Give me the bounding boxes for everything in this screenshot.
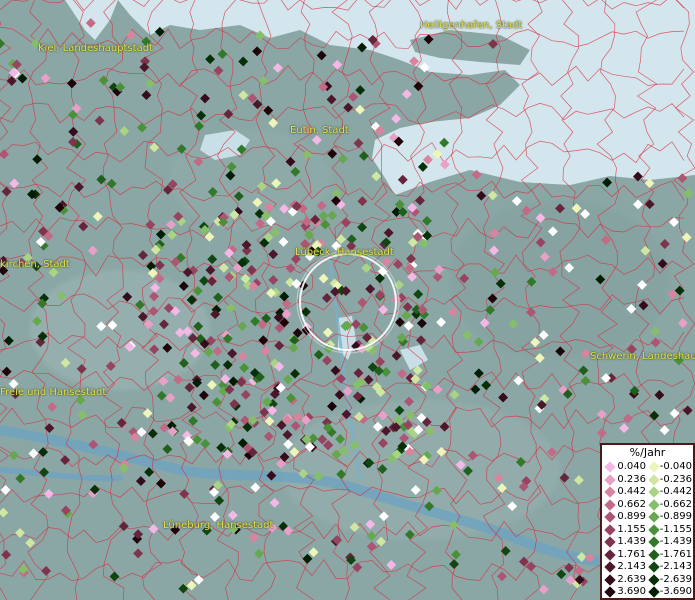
legend-value-negative: -2.143 bbox=[659, 561, 692, 572]
legend-row: 1.439 -1.439 bbox=[602, 536, 695, 548]
legend-value-positive: 0.662 bbox=[617, 498, 646, 510]
place-label-hamburg: Freie und Hansestadt bbox=[0, 387, 107, 398]
place-label-heiligenhafen: Heiligenhafen, Stadt bbox=[420, 20, 523, 31]
legend-value-positive: 1.439 bbox=[617, 536, 646, 547]
place-label-luebeck: Lübeck, Hansestadt bbox=[295, 247, 394, 258]
legend-row: 0.899 -0.899 bbox=[602, 511, 695, 523]
legend-value-negative: -0.040 bbox=[659, 461, 692, 472]
map-legend: %/Jahr 0.040 -0.040 0.236 -0.236 0.442 -0.442… bbox=[600, 443, 695, 600]
legend-value-positive: 0.899 bbox=[617, 511, 646, 522]
map-view[interactable]: Kiel, Landeshauptstadt Heiligenhafen, St… bbox=[0, 0, 695, 600]
legend-value-negative: -1.155 bbox=[659, 523, 692, 535]
legend-row: 1.155 -1.155 bbox=[602, 524, 695, 536]
legend-row: 0.040 -0.040 bbox=[602, 461, 695, 473]
legend-value-positive: 1.761 bbox=[617, 548, 646, 560]
legend-row: 1.761 -1.761 bbox=[602, 549, 695, 561]
legend-row: 0.442 -0.442 bbox=[602, 486, 695, 498]
legend-value-negative: -1.439 bbox=[659, 536, 692, 547]
legend-row: 3.690 -3.690 bbox=[602, 586, 695, 598]
legend-title: %/Jahr bbox=[629, 446, 666, 459]
place-label-kiel: Kiel, Landeshauptstadt bbox=[38, 43, 153, 54]
legend-value-positive: 2.639 bbox=[617, 573, 646, 585]
legend-value-negative: -0.236 bbox=[659, 473, 692, 485]
legend-value-positive: 3.690 bbox=[617, 586, 646, 597]
legend-row: 0.662 -0.662 bbox=[602, 499, 695, 511]
legend-value-negative: -2.639 bbox=[659, 573, 692, 585]
legend-value-positive: 1.155 bbox=[617, 523, 646, 535]
legend-value-negative: -0.899 bbox=[659, 511, 692, 522]
place-label-eutin: Eutin, Stadt bbox=[290, 125, 349, 136]
legend-value-negative: -0.442 bbox=[659, 486, 692, 497]
place-label-lueneburg: Lüneburg, Hansestadt bbox=[163, 520, 274, 531]
place-label-schwerin: Schwerin, Landeshaup bbox=[590, 351, 695, 362]
legend-row: 0.236 -0.236 bbox=[602, 474, 695, 486]
legend-value-positive: 0.236 bbox=[617, 473, 646, 485]
legend-value-negative: -1.761 bbox=[659, 548, 692, 560]
legend-row: 2.639 -2.639 bbox=[602, 574, 695, 586]
legend-value-positive: 2.143 bbox=[617, 561, 646, 572]
legend-value-negative: -3.690 bbox=[659, 586, 692, 597]
legend-row: 2.143 -2.143 bbox=[602, 561, 695, 573]
legend-value-negative: -0.662 bbox=[659, 498, 692, 510]
legend-value-positive: 0.040 bbox=[617, 461, 646, 472]
place-label-neumuenster: kirchen, Stadt bbox=[0, 259, 70, 270]
map-canvas[interactable] bbox=[0, 0, 695, 600]
legend-value-positive: 0.442 bbox=[617, 486, 646, 497]
